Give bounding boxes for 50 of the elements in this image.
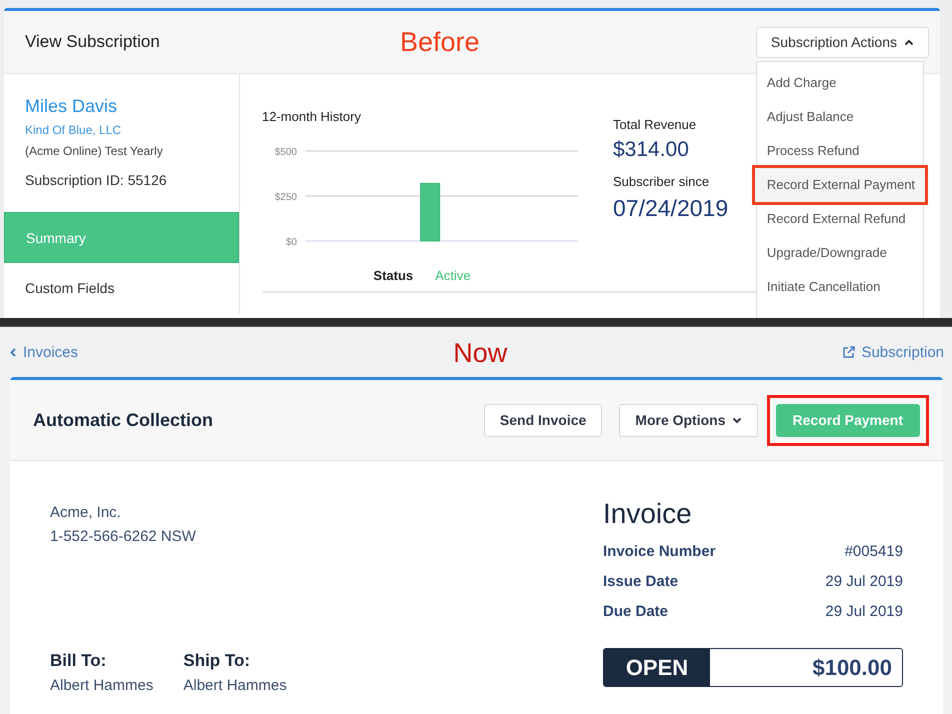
page-title: View Subscription [25, 32, 161, 52]
stat-value: $314.00 [613, 138, 690, 162]
external-link-icon [842, 345, 856, 359]
field-value: #005419 [844, 542, 903, 560]
action-button[interactable]: Send Invoice [484, 404, 602, 436]
axis-label: $0 [286, 237, 297, 248]
caret-icon [732, 416, 742, 424]
invoice-heading: Invoice [603, 498, 693, 530]
party-name: Albert Hammes [50, 677, 154, 694]
status-value: Active [435, 268, 471, 283]
stat-label: Subscriber since [613, 174, 710, 189]
dropdown-button[interactable]: Subscription Actions [756, 26, 929, 58]
menu-item[interactable]: Record External Refund [756, 202, 923, 236]
menu-item[interactable]: Add Charge [756, 66, 923, 100]
dropdown-button[interactable]: More Options [619, 404, 758, 436]
field-label: Issue Date [603, 572, 678, 590]
menu-item[interactable]: Process Refund [756, 134, 923, 168]
chevron-left-icon [10, 347, 16, 357]
status-badge: OPEN [604, 649, 710, 686]
menu-item[interactable]: Adjust Balance [756, 100, 923, 134]
status-label: Status [373, 268, 414, 283]
sidebar-item[interactable]: Custom Fields [4, 263, 239, 314]
company-info: Acme, Inc. [50, 503, 122, 523]
chart-bar [420, 182, 440, 242]
field-label: Due Date [603, 602, 668, 620]
back-link[interactable]: Invoices [8, 344, 78, 360]
page-title: Automatic Collection [33, 410, 214, 430]
caret-icon [904, 38, 914, 46]
axis-label: $250 [274, 192, 297, 203]
menu-item[interactable]: Initiate Cancellation [756, 270, 923, 304]
annotation-label: Before [400, 26, 480, 58]
plan-name: (Acme Online) Test Yearly [25, 144, 164, 158]
chart-title: 12-month History [262, 109, 362, 124]
stat-label: Total Revenue [613, 117, 698, 132]
party-label: Ship To: [183, 651, 252, 671]
customer-name: Miles Davis [25, 96, 118, 117]
annotation-label: Now [453, 338, 508, 369]
stat-value: 07/24/2019 [613, 195, 728, 222]
subscription-id: Subscription ID: 55126 [25, 172, 168, 188]
subscription-link[interactable]: Subscription [842, 344, 944, 360]
field-label: Invoice Number [603, 542, 716, 560]
field-value: 29 Jul 2019 [825, 572, 903, 590]
field-value: 29 Jul 2019 [825, 602, 903, 620]
party-name: Albert Hammes [183, 677, 287, 694]
party-label: Bill To: [50, 651, 108, 671]
balance-amount: $100.00 [811, 654, 893, 682]
menu-item[interactable]: Upgrade/Downgrade [756, 236, 923, 270]
company-info: 1-552-566-6262 NSW [50, 527, 197, 547]
axis-label: $500 [274, 147, 297, 158]
menu-item[interactable]: Record External Payment [754, 168, 925, 202]
